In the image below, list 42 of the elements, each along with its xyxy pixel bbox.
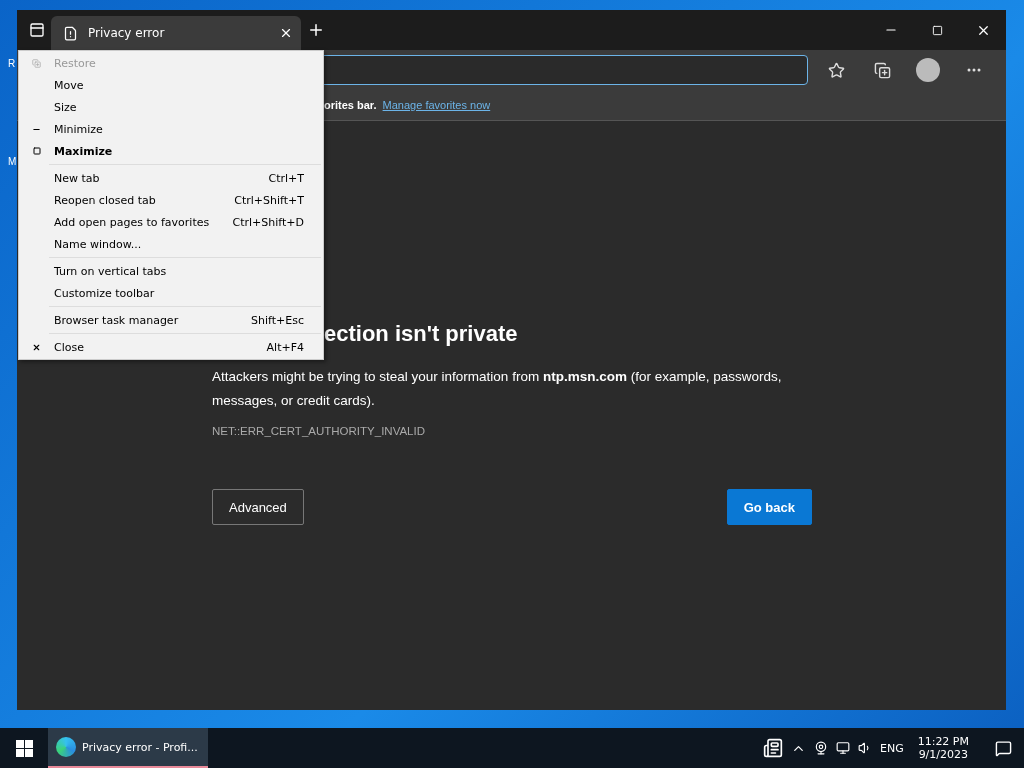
collections-icon (873, 61, 891, 79)
restore-icon (32, 58, 41, 68)
menu-item[interactable]: New tab Ctrl+T (19, 167, 323, 189)
menu-item[interactable]: Maximize (19, 140, 323, 162)
menu-item[interactable]: Minimize (19, 118, 323, 140)
go-back-button[interactable]: Go back (726, 489, 812, 525)
close-icon[interactable] (279, 26, 293, 40)
news-icon[interactable] (762, 738, 783, 758)
browser-tab[interactable]: Privacy error (51, 16, 301, 50)
manage-favorites-link[interactable]: Manage favorites now (382, 99, 491, 111)
windows-logo-icon (15, 739, 33, 757)
error-message: Attackers might be trying to steal your information from ntp.msn.com (for example, passwords, messages, or credit cards). (212, 368, 783, 410)
error-code: NET::ERR_CERT_AUTHORITY_INVALID (212, 425, 426, 437)
close-icon (32, 342, 41, 352)
maximize-icon (931, 24, 943, 36)
browser-logo-icon (56, 737, 76, 757)
menu-item[interactable]: Add open pages to favorites Ctrl+Shift+D (19, 211, 323, 233)
tab-actions-icon[interactable] (29, 22, 45, 38)
network-icon[interactable] (835, 741, 850, 755)
maximize-icon (32, 147, 41, 155)
menu-item[interactable]: Turn on vertical tabs (19, 260, 323, 282)
desktop-icon-label: M (8, 156, 17, 167)
menu-item[interactable]: Reopen closed tab Ctrl+Shift+T (19, 189, 323, 211)
menu-item[interactable]: Browser task manager Shift+Esc (19, 309, 323, 331)
language-indicator[interactable]: ENG (879, 741, 904, 755)
more-icon (967, 68, 981, 72)
menu-item[interactable]: Move (19, 74, 323, 96)
clock[interactable]: 11:22 PM 9/1/2023 (911, 735, 975, 761)
menu-item[interactable]: Size (19, 96, 323, 118)
new-tab-icon[interactable] (307, 21, 325, 39)
desktop-icon-label: R (8, 58, 16, 69)
page-heading: ection isn't private (324, 321, 519, 347)
menu-item[interactable]: Close Alt+F4 (19, 336, 323, 358)
favorites-bar-text: orites bar. (324, 99, 377, 111)
webcam-icon[interactable] (813, 741, 828, 755)
advanced-button[interactable]: Advanced (212, 489, 304, 525)
taskbar-app-button[interactable]: Privacy error - Profi... (48, 728, 208, 768)
menu-item[interactable]: Customize toolbar (19, 282, 323, 304)
star-icon (827, 61, 845, 79)
document-error-icon (63, 25, 78, 41)
menu-item[interactable]: Name window... (19, 233, 323, 255)
avatar-icon (916, 58, 940, 82)
